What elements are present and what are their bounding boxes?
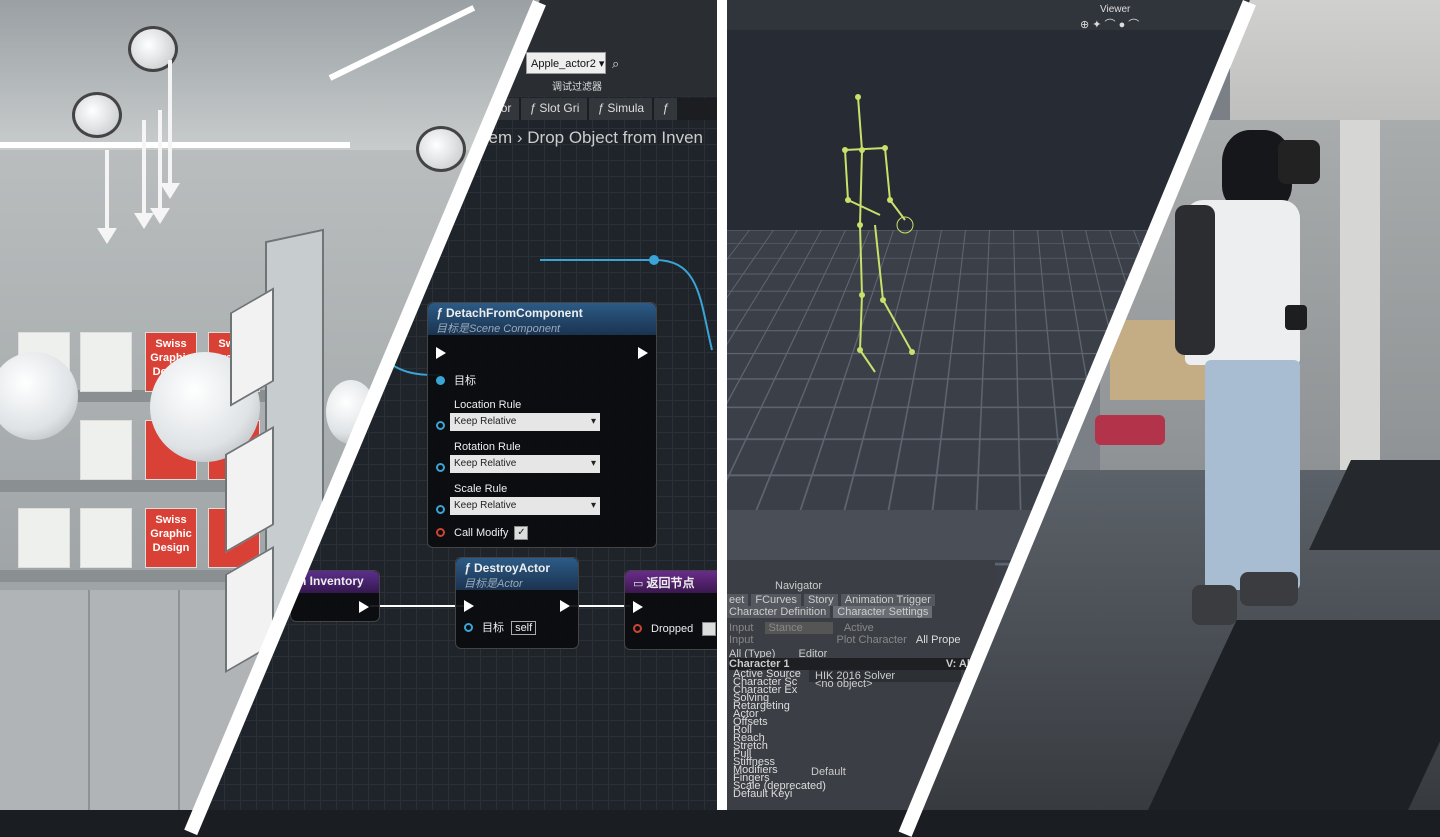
book-title-line: Graphic xyxy=(150,528,192,540)
active-checkbox[interactable]: Active xyxy=(844,622,874,634)
pin-label: Scale Rule xyxy=(454,483,508,495)
book-title-line: Design xyxy=(152,542,190,554)
node-header: ƒ DetachFromComponent 目标是Scene Component xyxy=(428,303,656,335)
destroy-actor-node[interactable]: ƒ DestroyActor 目标是Actor 目标 self xyxy=(455,557,579,649)
jeans xyxy=(1205,360,1300,590)
tab-story[interactable]: Story xyxy=(803,594,838,606)
node-subtitle: 目标是Actor xyxy=(464,578,523,590)
default-value: Default xyxy=(811,766,846,778)
book-title-line: Swiss xyxy=(155,514,187,526)
location-rule-pin[interactable] xyxy=(436,421,445,430)
target-pin[interactable] xyxy=(464,623,473,632)
target-pin[interactable] xyxy=(436,376,445,385)
call-modify-pin[interactable] xyxy=(436,528,445,537)
pin-label: Rotation Rule xyxy=(454,441,521,453)
pin-label: 目标 xyxy=(454,375,476,387)
exec-wire xyxy=(370,605,465,607)
scale-rule-row: Scale Rule xyxy=(428,481,656,514)
left-shoe xyxy=(1192,585,1237,625)
tab-character-settings[interactable]: Character Settings xyxy=(833,606,933,618)
dropped-pin-row: Dropped xyxy=(625,621,717,637)
pin-label: Dropped xyxy=(651,623,694,635)
pillar xyxy=(1340,120,1380,480)
right-shoe xyxy=(1240,572,1298,606)
light-direction-arrow xyxy=(97,150,117,244)
backpack xyxy=(1175,205,1215,355)
book xyxy=(18,508,70,568)
tab-sheet[interactable]: eet xyxy=(725,594,749,606)
scale-rule-pin[interactable] xyxy=(436,505,445,514)
return-node[interactable]: ▭ 返回节点 Dropped xyxy=(624,570,725,650)
panel-divider xyxy=(717,0,727,810)
book xyxy=(80,508,132,568)
dropped-checkbox[interactable] xyxy=(702,622,717,637)
function-icon: ƒ xyxy=(436,306,447,320)
navigator-tabs-row1: eet FCurves Story Animation Trigger xyxy=(725,594,935,606)
light-direction-arrow xyxy=(134,120,154,229)
settings-tree: Active Source Character Sc Character Ex … xyxy=(733,669,826,800)
scale-rule-select[interactable]: Keep Relative xyxy=(450,497,600,515)
input-label: Input xyxy=(729,634,754,646)
exec-in-pin[interactable] xyxy=(464,600,474,612)
node-header: ƒ DestroyActor 目标是Actor xyxy=(456,558,578,590)
target-pin-row: 目标 xyxy=(428,373,656,389)
rotation-rule-select[interactable]: Keep Relative xyxy=(450,455,600,473)
exec-out-pin[interactable] xyxy=(560,600,570,612)
location-rule-row: Location Rule xyxy=(428,397,656,430)
pin-label: Call Modify xyxy=(454,527,509,539)
book xyxy=(80,420,132,480)
exec-out-pin[interactable] xyxy=(638,347,648,359)
self-value[interactable]: self xyxy=(511,621,537,635)
input-label: Input xyxy=(729,622,754,634)
room-ceiling xyxy=(1230,0,1440,120)
rotation-rule-pin[interactable] xyxy=(436,463,445,472)
all-properties-button[interactable]: All Prope xyxy=(916,634,961,646)
node-title: 返回节点 xyxy=(646,576,695,590)
light-direction-arrow xyxy=(160,60,180,199)
book-title-line: Swiss xyxy=(155,338,187,350)
spotlight-icon xyxy=(416,126,466,172)
vr-controller-icon xyxy=(1285,305,1307,330)
tab-fcurves[interactable]: FCurves xyxy=(751,594,801,606)
exec-out-pin[interactable] xyxy=(359,601,369,613)
spotlight-icon xyxy=(72,92,122,138)
target-pin-row: 目标 self xyxy=(456,620,537,636)
input-row-2: Input Plot Character All Prope xyxy=(729,634,961,646)
exec-in-pin[interactable] xyxy=(633,601,643,613)
return-icon: ▭ xyxy=(633,578,647,590)
pin-label: 目标 xyxy=(482,622,504,634)
node-title: DestroyActor xyxy=(474,561,551,575)
book xyxy=(80,332,132,392)
call-modify-row: Call Modify ✓ xyxy=(428,525,656,541)
tab-animation-trigger[interactable]: Animation Trigger xyxy=(840,594,935,606)
node-title: n Inventory xyxy=(299,574,364,588)
node-header: ▭ 返回节点 xyxy=(625,571,725,593)
rotation-rule-row: Rotation Rule xyxy=(428,439,656,472)
dropped-pin[interactable] xyxy=(633,624,642,633)
navigator-title: Navigator xyxy=(775,580,823,592)
node-subtitle: 目标是Scene Component xyxy=(436,323,561,335)
vr-headset-icon xyxy=(1278,140,1320,184)
chair-seat xyxy=(1095,415,1165,445)
location-rule-select[interactable]: Keep Relative xyxy=(450,413,600,431)
book: Swiss Graphic Design xyxy=(145,508,197,568)
stance-select[interactable]: Stance xyxy=(764,622,833,634)
exec-wire xyxy=(570,605,630,607)
node-title: DetachFromComponent xyxy=(446,306,583,320)
navigator-tabs-row2: Character Definition Character Settings xyxy=(725,606,933,618)
pin-label: Location Rule xyxy=(454,399,522,411)
detach-from-component-node[interactable]: ƒ DetachFromComponent 目标是Scene Component… xyxy=(427,302,657,548)
call-modify-checkbox[interactable]: ✓ xyxy=(514,526,529,541)
input-row: Input Stance Active xyxy=(729,622,874,634)
function-icon: ƒ xyxy=(464,561,475,575)
exec-in-pin[interactable] xyxy=(436,347,446,359)
tab-character-definition[interactable]: Character Definition xyxy=(725,606,831,618)
plot-character-button[interactable]: Plot Character xyxy=(837,634,907,646)
ceiling-edge xyxy=(0,142,350,148)
